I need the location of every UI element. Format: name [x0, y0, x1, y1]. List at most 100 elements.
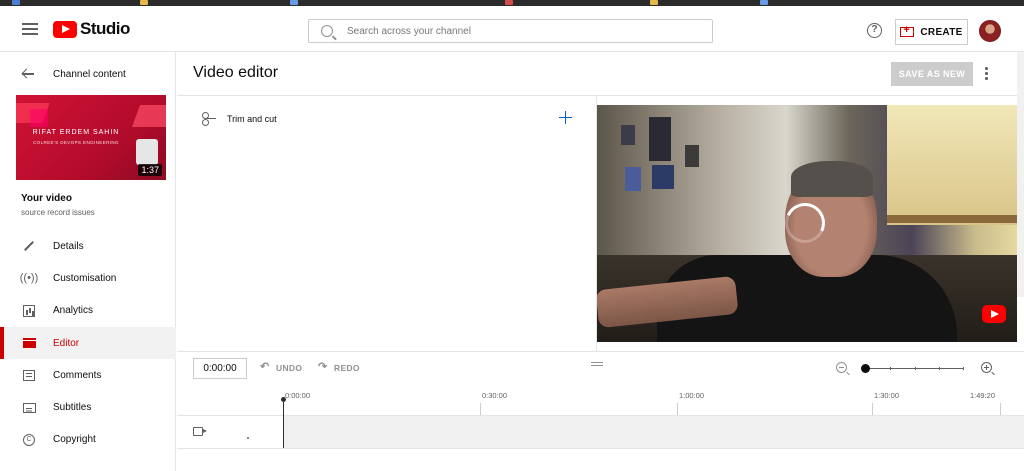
ruler-label: 1:49:20 [970, 391, 996, 400]
logo-text: Studio [80, 19, 130, 38]
broadcast-icon: ((•)) [19, 272, 39, 285]
sidebar-item-label: Analytics [53, 305, 94, 317]
sidebar-item-label: Comments [53, 369, 102, 381]
browser-tab-icon[interactable] [12, 0, 20, 5]
sidebar-item-customisation[interactable]: ((•)) Customisation [0, 262, 176, 294]
browser-tab-icon[interactable] [650, 0, 658, 5]
page-title: Video editor [193, 64, 279, 81]
create-video-icon [900, 24, 915, 37]
video-frame-poster [625, 167, 641, 191]
menu-icon[interactable] [22, 23, 38, 35]
copyright-icon: C [22, 433, 36, 447]
sidebar-item-analytics[interactable]: Analytics [0, 295, 176, 327]
avatar[interactable] [979, 20, 1001, 42]
zoom-tick [915, 367, 916, 370]
sidebar-item-comments[interactable]: Comments [0, 359, 176, 391]
trim-and-cut-row[interactable]: Trim and cut [177, 96, 596, 141]
create-button[interactable]: CREATE [895, 19, 968, 45]
playhead[interactable] [283, 400, 284, 448]
scissors-icon [202, 111, 216, 126]
thumbnail-title: RIFAT ERDEM SAHIN [32, 129, 120, 136]
sidebar-item-label: Details [53, 240, 84, 252]
youtube-logo-icon [53, 20, 77, 38]
video-frame-poster [652, 165, 674, 189]
track-indicator [247, 437, 249, 439]
video-title: source record issues [21, 208, 95, 217]
pencil-icon [22, 239, 36, 253]
zoom-slider-thumb[interactable] [861, 364, 870, 373]
browser-tab-icon[interactable] [290, 0, 298, 5]
ruler-tick [872, 403, 873, 415]
search-input[interactable] [347, 25, 687, 37]
thumbnail-decoration [131, 105, 166, 127]
zoom-tick [963, 367, 964, 370]
video-track[interactable] [177, 415, 1024, 449]
thumbnail-figure [136, 139, 158, 165]
video-camera-icon [193, 427, 207, 436]
save-as-new-button[interactable]: SAVE AS NEW [891, 62, 973, 86]
ruler-tick [677, 403, 678, 415]
scrollbar[interactable] [1017, 52, 1024, 297]
redo-label: REDO [334, 363, 360, 373]
your-video-label: Your video [21, 193, 72, 204]
sidebar-item-label: Editor [53, 337, 80, 349]
create-label: CREATE [920, 26, 963, 38]
clapperboard-icon [22, 336, 36, 350]
zoom-in-icon[interactable] [981, 362, 992, 373]
video-frame-window [887, 105, 1017, 225]
resize-handle[interactable] [591, 362, 603, 366]
ruler-label: 1:00:00 [679, 391, 705, 400]
undo-icon [260, 360, 270, 373]
arrow-back-icon [22, 68, 34, 80]
trim-label: Trim and cut [227, 113, 277, 124]
help-icon[interactable]: ? [867, 23, 882, 38]
thumbnail-decoration [30, 109, 48, 127]
video-frame-poster [621, 125, 635, 145]
back-to-channel-content[interactable]: Channel content [0, 66, 176, 82]
browser-tab-icon[interactable] [505, 0, 513, 5]
search-icon [321, 25, 333, 37]
browser-tab-icon[interactable] [760, 0, 768, 5]
sidebar-item-label: Copyright [53, 434, 96, 446]
back-label: Channel content [53, 68, 126, 80]
undo-button[interactable]: UNDO [260, 360, 303, 374]
zoom-out-icon[interactable] [836, 362, 847, 373]
comment-icon [22, 368, 36, 382]
ruler-label: 0:00:00 [285, 391, 311, 400]
zoom-tick [939, 367, 940, 370]
top-app-bar: Studio ? CREATE [0, 6, 1024, 52]
browser-tab-icon[interactable] [140, 0, 148, 5]
sidebar-item-subtitles[interactable]: Subtitles [0, 391, 176, 423]
video-duration-badge: 1:37 [138, 164, 162, 176]
video-thumbnail[interactable]: RIFAT ERDEM SAHIN COLREE'S DEVOPS ENGINE… [16, 95, 166, 180]
more-options-icon[interactable] [985, 67, 989, 81]
youtube-watermark-icon [982, 305, 1006, 323]
sidebar-nav: Details ((•)) Customisation Analytics Ed… [0, 230, 176, 456]
thumbnail-subtitle: COLREE'S DEVOPS ENGINEERING [33, 140, 119, 145]
sidebar-item-copyright[interactable]: C Copyright [0, 424, 176, 456]
sidebar-item-label: Customisation [53, 272, 117, 284]
search-bar[interactable] [308, 19, 713, 43]
analytics-icon [22, 304, 36, 318]
video-preview[interactable] [597, 105, 1017, 342]
ruler-label: 1:30:00 [874, 391, 900, 400]
video-frame-poster [685, 145, 699, 167]
subtitles-icon [22, 401, 36, 415]
sidebar-item-details[interactable]: Details [0, 230, 176, 262]
redo-button[interactable]: REDO [318, 360, 360, 374]
divider [177, 351, 1024, 352]
ruler-label: 0:30:00 [482, 391, 508, 400]
timeline-ruler[interactable]: 0:00:00 0:30:00 1:00:00 1:30:00 1:49:20 [177, 386, 1024, 415]
undo-label: UNDO [276, 363, 303, 373]
redo-icon [318, 360, 328, 373]
zoom-slider[interactable] [866, 367, 964, 370]
sidebar: Channel content RIFAT ERDEM SAHIN COLREE… [0, 52, 176, 471]
ruler-tick [480, 403, 481, 415]
studio-logo[interactable]: Studio [53, 19, 130, 39]
timecode-input[interactable]: 0:00:00 [193, 358, 247, 379]
add-trim-icon[interactable] [559, 111, 572, 124]
sidebar-item-label: Subtitles [53, 402, 92, 414]
zoom-tick [890, 367, 891, 370]
video-frame-person [791, 161, 873, 197]
sidebar-item-editor[interactable]: Editor [0, 326, 176, 360]
